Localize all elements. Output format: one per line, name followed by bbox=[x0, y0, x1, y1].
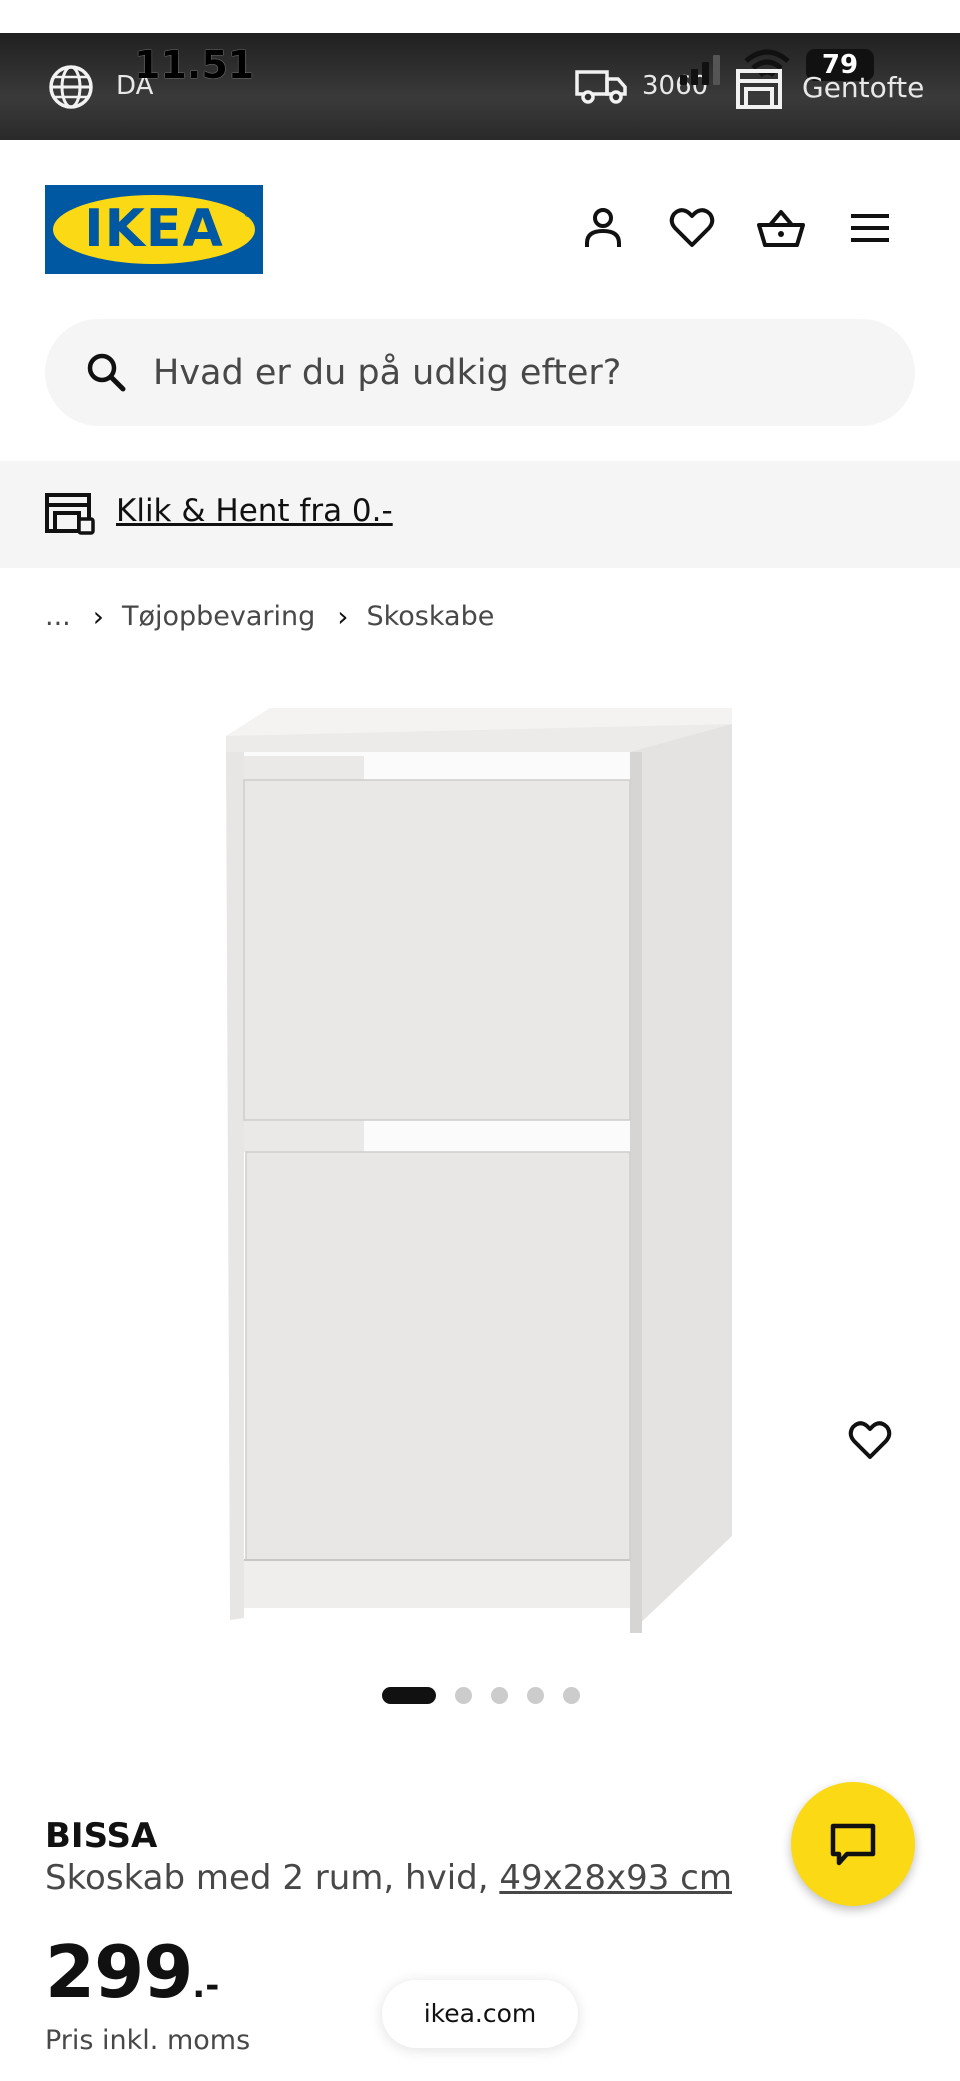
favourite-heart-icon[interactable] bbox=[846, 1416, 894, 1464]
profile-button[interactable] bbox=[578, 203, 628, 253]
product-name: BISSA bbox=[45, 1816, 158, 1856]
truck-icon[interactable] bbox=[574, 66, 628, 106]
menu-button[interactable] bbox=[845, 203, 895, 253]
search-placeholder[interactable]: Hvad er du på udkig efter? bbox=[153, 353, 621, 393]
click-collect-link[interactable]: Klik & Hent fra 0.- bbox=[116, 493, 393, 529]
carousel-dot-4[interactable] bbox=[527, 1686, 544, 1704]
product-description: Skoskab med 2 rum, hvid, 49x28x93 cm bbox=[45, 1858, 732, 1898]
menu-icon bbox=[851, 214, 889, 242]
favourites-button[interactable] bbox=[667, 203, 717, 253]
price-suffix: .- bbox=[192, 1966, 220, 2006]
cart-button[interactable] bbox=[756, 203, 806, 253]
product-gallery[interactable] bbox=[0, 660, 960, 1660]
breadcrumb: ... › Tøjopbevaring › Skoskabe bbox=[45, 598, 494, 634]
logo-text: IKEA bbox=[84, 199, 224, 259]
click-collect-banner: Klik & Hent fra 0.- bbox=[0, 461, 960, 568]
search-icon bbox=[87, 353, 126, 392]
chat-button[interactable] bbox=[791, 1782, 915, 1906]
store-icon[interactable] bbox=[734, 65, 784, 111]
carousel-indicator bbox=[382, 1686, 580, 1704]
product-price: 299.- bbox=[45, 1930, 219, 2014]
heart-icon bbox=[669, 208, 715, 247]
vat-note: Pris inkl. moms bbox=[45, 2025, 251, 2056]
store-name[interactable]: Gentofte bbox=[802, 71, 924, 104]
chat-icon bbox=[830, 1823, 876, 1866]
carousel-dot-2[interactable] bbox=[455, 1686, 472, 1704]
clock-time: 11.51 bbox=[134, 43, 255, 87]
signal-icon bbox=[680, 55, 720, 85]
breadcrumb-ellipsis[interactable]: ... bbox=[45, 601, 71, 632]
breadcrumb-item-skoskabe[interactable]: Skoskabe bbox=[366, 601, 494, 632]
product-image-shoe-cabinet[interactable] bbox=[222, 708, 738, 1633]
registered-mark: ® bbox=[243, 207, 254, 220]
carousel-dot-1[interactable] bbox=[382, 1686, 436, 1704]
store-pickup-icon bbox=[45, 493, 95, 535]
basket-icon bbox=[757, 210, 805, 247]
product-type: Skoskab med 2 rum, hvid, bbox=[45, 1858, 489, 1898]
locale-bar: DA 11.51 3060 79 Gentofte bbox=[0, 33, 960, 140]
price-value: 299 bbox=[45, 1930, 193, 2014]
carousel-dot-3[interactable] bbox=[491, 1686, 508, 1704]
ikea-logo[interactable]: IKEA ® bbox=[45, 185, 263, 274]
breadcrumb-item-tojopbevaring[interactable]: Tøjopbevaring bbox=[122, 601, 315, 632]
chevron-right-icon: › bbox=[337, 599, 349, 633]
search-bar[interactable]: Hvad er du på udkig efter? bbox=[45, 319, 915, 426]
carousel-dot-5[interactable] bbox=[563, 1686, 580, 1704]
chevron-right-icon: › bbox=[92, 599, 104, 633]
browser-url-bar[interactable]: ikea.com bbox=[382, 1980, 578, 2048]
user-icon bbox=[585, 208, 621, 247]
product-dimensions-link[interactable]: 49x28x93 cm bbox=[499, 1858, 732, 1898]
globe-icon[interactable] bbox=[46, 62, 96, 112]
